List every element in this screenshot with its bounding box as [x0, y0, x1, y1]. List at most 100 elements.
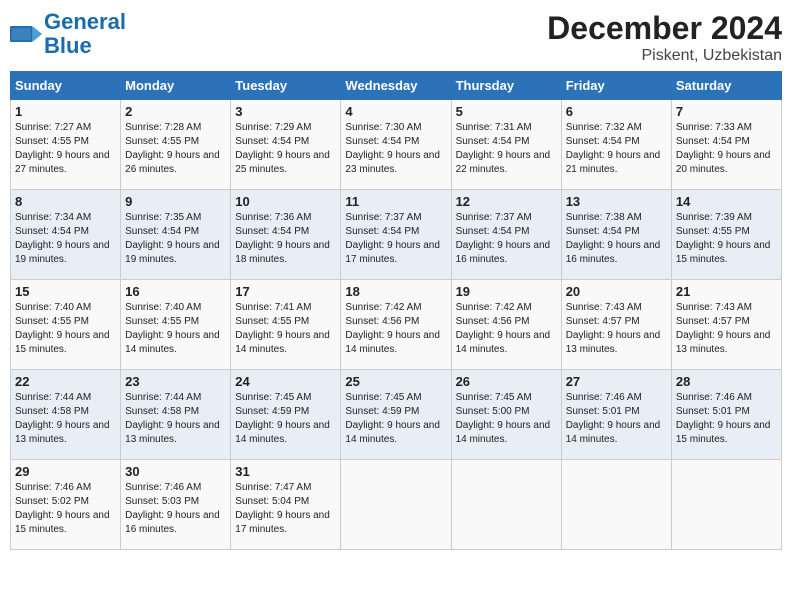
- table-row: [341, 460, 451, 550]
- day-info: Sunrise: 7:42 AM Sunset: 4:56 PM Dayligh…: [456, 301, 557, 357]
- calendar-week-row: 15 Sunrise: 7:40 AM Sunset: 4:55 PM Dayl…: [11, 280, 782, 370]
- day-number: 18: [345, 284, 446, 299]
- day-number: 25: [345, 374, 446, 389]
- table-row: 16 Sunrise: 7:40 AM Sunset: 4:55 PM Dayl…: [121, 280, 231, 370]
- table-row: 25 Sunrise: 7:45 AM Sunset: 4:59 PM Dayl…: [341, 370, 451, 460]
- day-info: Sunrise: 7:39 AM Sunset: 4:55 PM Dayligh…: [676, 211, 777, 267]
- col-wednesday: Wednesday: [341, 72, 451, 100]
- table-row: 1 Sunrise: 7:27 AM Sunset: 4:55 PM Dayli…: [11, 100, 121, 190]
- table-row: 17 Sunrise: 7:41 AM Sunset: 4:55 PM Dayl…: [231, 280, 341, 370]
- day-info: Sunrise: 7:40 AM Sunset: 4:55 PM Dayligh…: [125, 301, 226, 357]
- calendar-week-row: 8 Sunrise: 7:34 AM Sunset: 4:54 PM Dayli…: [11, 190, 782, 280]
- logo: General Blue: [10, 10, 126, 58]
- day-info: Sunrise: 7:47 AM Sunset: 5:04 PM Dayligh…: [235, 481, 336, 537]
- day-number: 7: [676, 104, 777, 119]
- day-info: Sunrise: 7:31 AM Sunset: 4:54 PM Dayligh…: [456, 121, 557, 177]
- page-header: General Blue December 2024 Piskent, Uzbe…: [10, 10, 782, 65]
- day-info: Sunrise: 7:27 AM Sunset: 4:55 PM Dayligh…: [15, 121, 116, 177]
- table-row: 23 Sunrise: 7:44 AM Sunset: 4:58 PM Dayl…: [121, 370, 231, 460]
- logo-icon: [10, 18, 42, 50]
- day-number: 19: [456, 284, 557, 299]
- table-row: 13 Sunrise: 7:38 AM Sunset: 4:54 PM Dayl…: [561, 190, 671, 280]
- table-row: 3 Sunrise: 7:29 AM Sunset: 4:54 PM Dayli…: [231, 100, 341, 190]
- table-row: 29 Sunrise: 7:46 AM Sunset: 5:02 PM Dayl…: [11, 460, 121, 550]
- day-info: Sunrise: 7:37 AM Sunset: 4:54 PM Dayligh…: [345, 211, 446, 267]
- table-row: 9 Sunrise: 7:35 AM Sunset: 4:54 PM Dayli…: [121, 190, 231, 280]
- col-tuesday: Tuesday: [231, 72, 341, 100]
- title-block: December 2024 Piskent, Uzbekistan: [547, 10, 782, 65]
- day-number: 29: [15, 464, 116, 479]
- table-row: 6 Sunrise: 7:32 AM Sunset: 4:54 PM Dayli…: [561, 100, 671, 190]
- table-row: [671, 460, 781, 550]
- day-info: Sunrise: 7:46 AM Sunset: 5:01 PM Dayligh…: [566, 391, 667, 447]
- day-info: Sunrise: 7:41 AM Sunset: 4:55 PM Dayligh…: [235, 301, 336, 357]
- col-saturday: Saturday: [671, 72, 781, 100]
- day-number: 11: [345, 194, 446, 209]
- day-number: 10: [235, 194, 336, 209]
- day-info: Sunrise: 7:46 AM Sunset: 5:03 PM Dayligh…: [125, 481, 226, 537]
- day-number: 8: [15, 194, 116, 209]
- day-info: Sunrise: 7:32 AM Sunset: 4:54 PM Dayligh…: [566, 121, 667, 177]
- day-info: Sunrise: 7:40 AM Sunset: 4:55 PM Dayligh…: [15, 301, 116, 357]
- table-row: 27 Sunrise: 7:46 AM Sunset: 5:01 PM Dayl…: [561, 370, 671, 460]
- day-info: Sunrise: 7:43 AM Sunset: 4:57 PM Dayligh…: [566, 301, 667, 357]
- table-row: 20 Sunrise: 7:43 AM Sunset: 4:57 PM Dayl…: [561, 280, 671, 370]
- day-info: Sunrise: 7:30 AM Sunset: 4:54 PM Dayligh…: [345, 121, 446, 177]
- logo-name-part1: General: [44, 9, 126, 34]
- calendar-table: Sunday Monday Tuesday Wednesday Thursday…: [10, 71, 782, 550]
- table-row: 5 Sunrise: 7:31 AM Sunset: 4:54 PM Dayli…: [451, 100, 561, 190]
- day-number: 2: [125, 104, 226, 119]
- day-number: 27: [566, 374, 667, 389]
- month-year-title: December 2024: [547, 10, 782, 47]
- table-row: 24 Sunrise: 7:45 AM Sunset: 4:59 PM Dayl…: [231, 370, 341, 460]
- day-number: 14: [676, 194, 777, 209]
- day-number: 20: [566, 284, 667, 299]
- day-info: Sunrise: 7:38 AM Sunset: 4:54 PM Dayligh…: [566, 211, 667, 267]
- table-row: [561, 460, 671, 550]
- day-info: Sunrise: 7:45 AM Sunset: 4:59 PM Dayligh…: [345, 391, 446, 447]
- day-info: Sunrise: 7:46 AM Sunset: 5:02 PM Dayligh…: [15, 481, 116, 537]
- logo-text: General Blue: [44, 10, 126, 58]
- table-row: 21 Sunrise: 7:43 AM Sunset: 4:57 PM Dayl…: [671, 280, 781, 370]
- day-number: 5: [456, 104, 557, 119]
- day-number: 22: [15, 374, 116, 389]
- day-number: 15: [15, 284, 116, 299]
- table-row: 11 Sunrise: 7:37 AM Sunset: 4:54 PM Dayl…: [341, 190, 451, 280]
- table-row: 4 Sunrise: 7:30 AM Sunset: 4:54 PM Dayli…: [341, 100, 451, 190]
- calendar-week-row: 22 Sunrise: 7:44 AM Sunset: 4:58 PM Dayl…: [11, 370, 782, 460]
- day-number: 1: [15, 104, 116, 119]
- day-number: 3: [235, 104, 336, 119]
- logo-name-part2: Blue: [44, 33, 92, 58]
- day-info: Sunrise: 7:35 AM Sunset: 4:54 PM Dayligh…: [125, 211, 226, 267]
- day-info: Sunrise: 7:44 AM Sunset: 4:58 PM Dayligh…: [125, 391, 226, 447]
- table-row: 10 Sunrise: 7:36 AM Sunset: 4:54 PM Dayl…: [231, 190, 341, 280]
- table-row: [451, 460, 561, 550]
- table-row: 19 Sunrise: 7:42 AM Sunset: 4:56 PM Dayl…: [451, 280, 561, 370]
- table-row: 15 Sunrise: 7:40 AM Sunset: 4:55 PM Dayl…: [11, 280, 121, 370]
- day-number: 28: [676, 374, 777, 389]
- col-monday: Monday: [121, 72, 231, 100]
- day-info: Sunrise: 7:43 AM Sunset: 4:57 PM Dayligh…: [676, 301, 777, 357]
- day-info: Sunrise: 7:45 AM Sunset: 5:00 PM Dayligh…: [456, 391, 557, 447]
- table-row: 8 Sunrise: 7:34 AM Sunset: 4:54 PM Dayli…: [11, 190, 121, 280]
- day-number: 24: [235, 374, 336, 389]
- day-info: Sunrise: 7:36 AM Sunset: 4:54 PM Dayligh…: [235, 211, 336, 267]
- table-row: 30 Sunrise: 7:46 AM Sunset: 5:03 PM Dayl…: [121, 460, 231, 550]
- day-info: Sunrise: 7:46 AM Sunset: 5:01 PM Dayligh…: [676, 391, 777, 447]
- day-number: 23: [125, 374, 226, 389]
- table-row: 7 Sunrise: 7:33 AM Sunset: 4:54 PM Dayli…: [671, 100, 781, 190]
- day-info: Sunrise: 7:44 AM Sunset: 4:58 PM Dayligh…: [15, 391, 116, 447]
- day-number: 17: [235, 284, 336, 299]
- day-number: 21: [676, 284, 777, 299]
- col-sunday: Sunday: [11, 72, 121, 100]
- table-row: 22 Sunrise: 7:44 AM Sunset: 4:58 PM Dayl…: [11, 370, 121, 460]
- day-number: 4: [345, 104, 446, 119]
- table-row: 31 Sunrise: 7:47 AM Sunset: 5:04 PM Dayl…: [231, 460, 341, 550]
- location-subtitle: Piskent, Uzbekistan: [547, 47, 782, 65]
- day-info: Sunrise: 7:42 AM Sunset: 4:56 PM Dayligh…: [345, 301, 446, 357]
- calendar-header-row: Sunday Monday Tuesday Wednesday Thursday…: [11, 72, 782, 100]
- table-row: 2 Sunrise: 7:28 AM Sunset: 4:55 PM Dayli…: [121, 100, 231, 190]
- day-number: 9: [125, 194, 226, 209]
- day-info: Sunrise: 7:45 AM Sunset: 4:59 PM Dayligh…: [235, 391, 336, 447]
- calendar-week-row: 29 Sunrise: 7:46 AM Sunset: 5:02 PM Dayl…: [11, 460, 782, 550]
